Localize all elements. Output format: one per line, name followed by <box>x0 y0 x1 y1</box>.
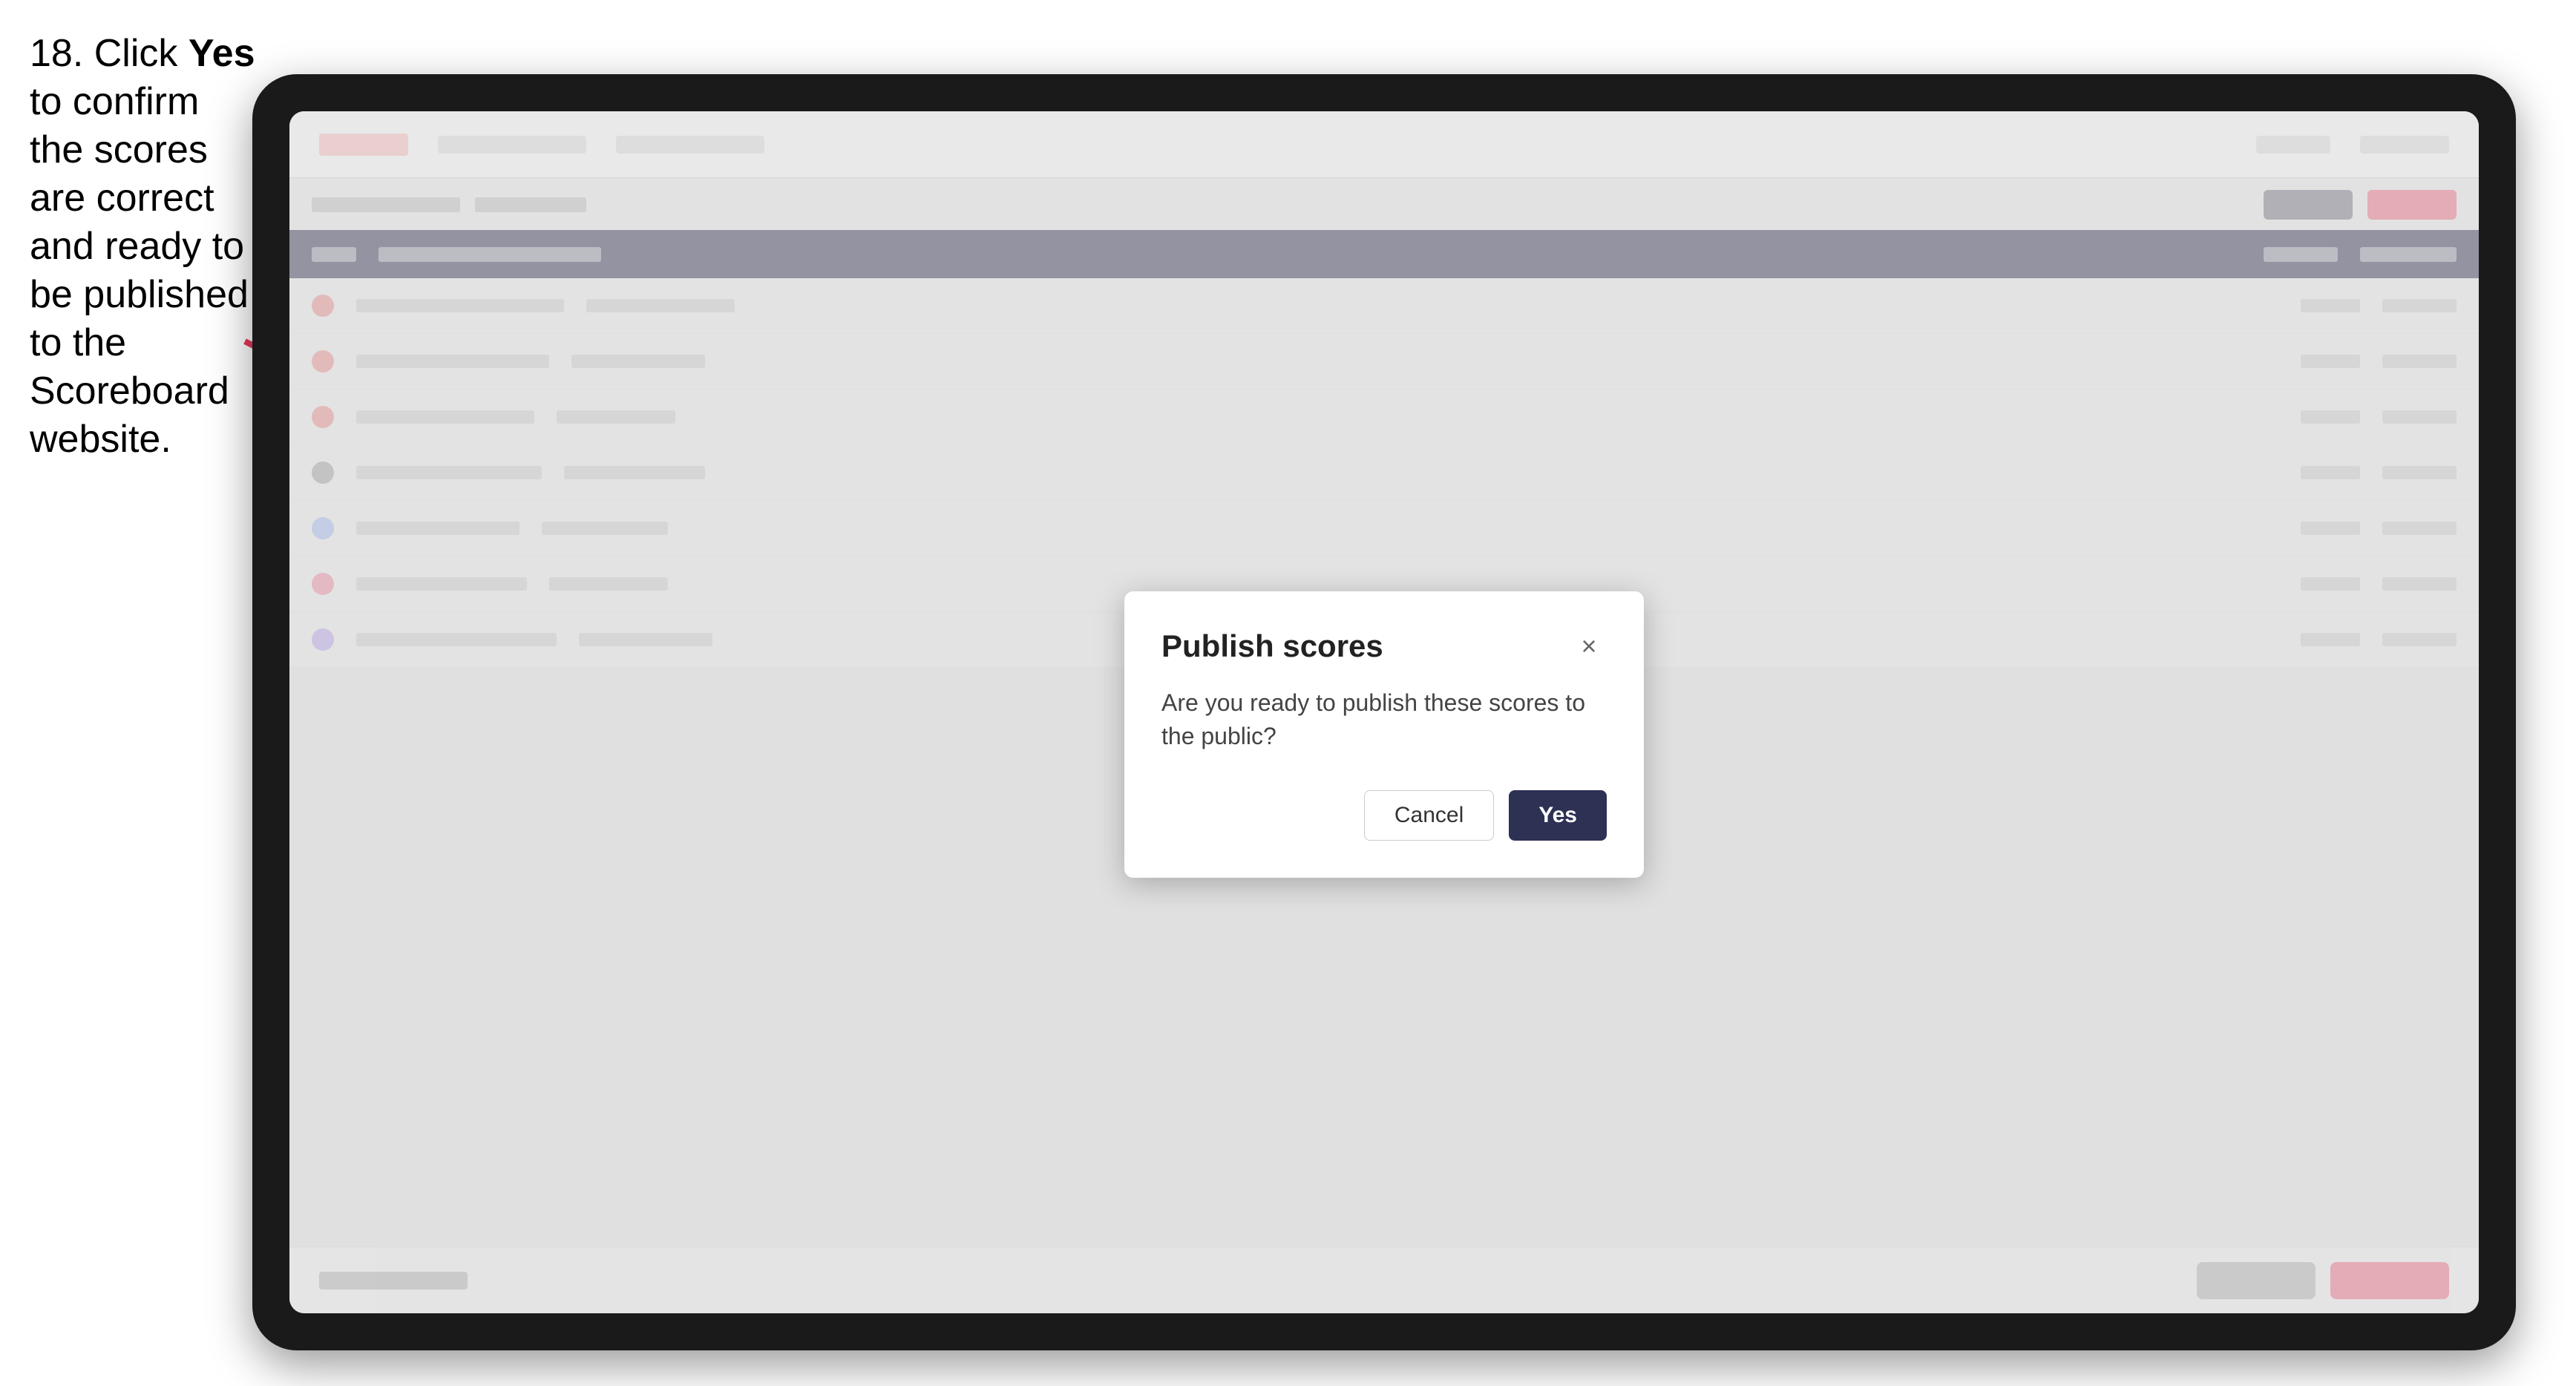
cancel-button[interactable]: Cancel <box>1364 790 1494 841</box>
dialog-close-button[interactable]: × <box>1571 628 1607 664</box>
tablet-screen: Publish scores × Are you ready to publis… <box>289 111 2479 1313</box>
instruction-text: 18. Click Yes to confirm the scores are … <box>30 30 260 464</box>
dialog-title: Publish scores <box>1161 628 1383 664</box>
yes-button[interactable]: Yes <box>1509 790 1607 841</box>
publish-scores-dialog: Publish scores × Are you ready to publis… <box>1124 591 1644 878</box>
dialog-message: Are you ready to publish these scores to… <box>1161 686 1607 753</box>
tablet-device: Publish scores × Are you ready to publis… <box>252 74 2516 1350</box>
dialog-header: Publish scores × <box>1161 628 1607 664</box>
yes-bold: Yes <box>189 32 255 75</box>
step-number: 18. <box>30 32 83 75</box>
dialog-footer: Cancel Yes <box>1161 790 1607 841</box>
modal-overlay: Publish scores × Are you ready to publis… <box>289 111 2479 1313</box>
